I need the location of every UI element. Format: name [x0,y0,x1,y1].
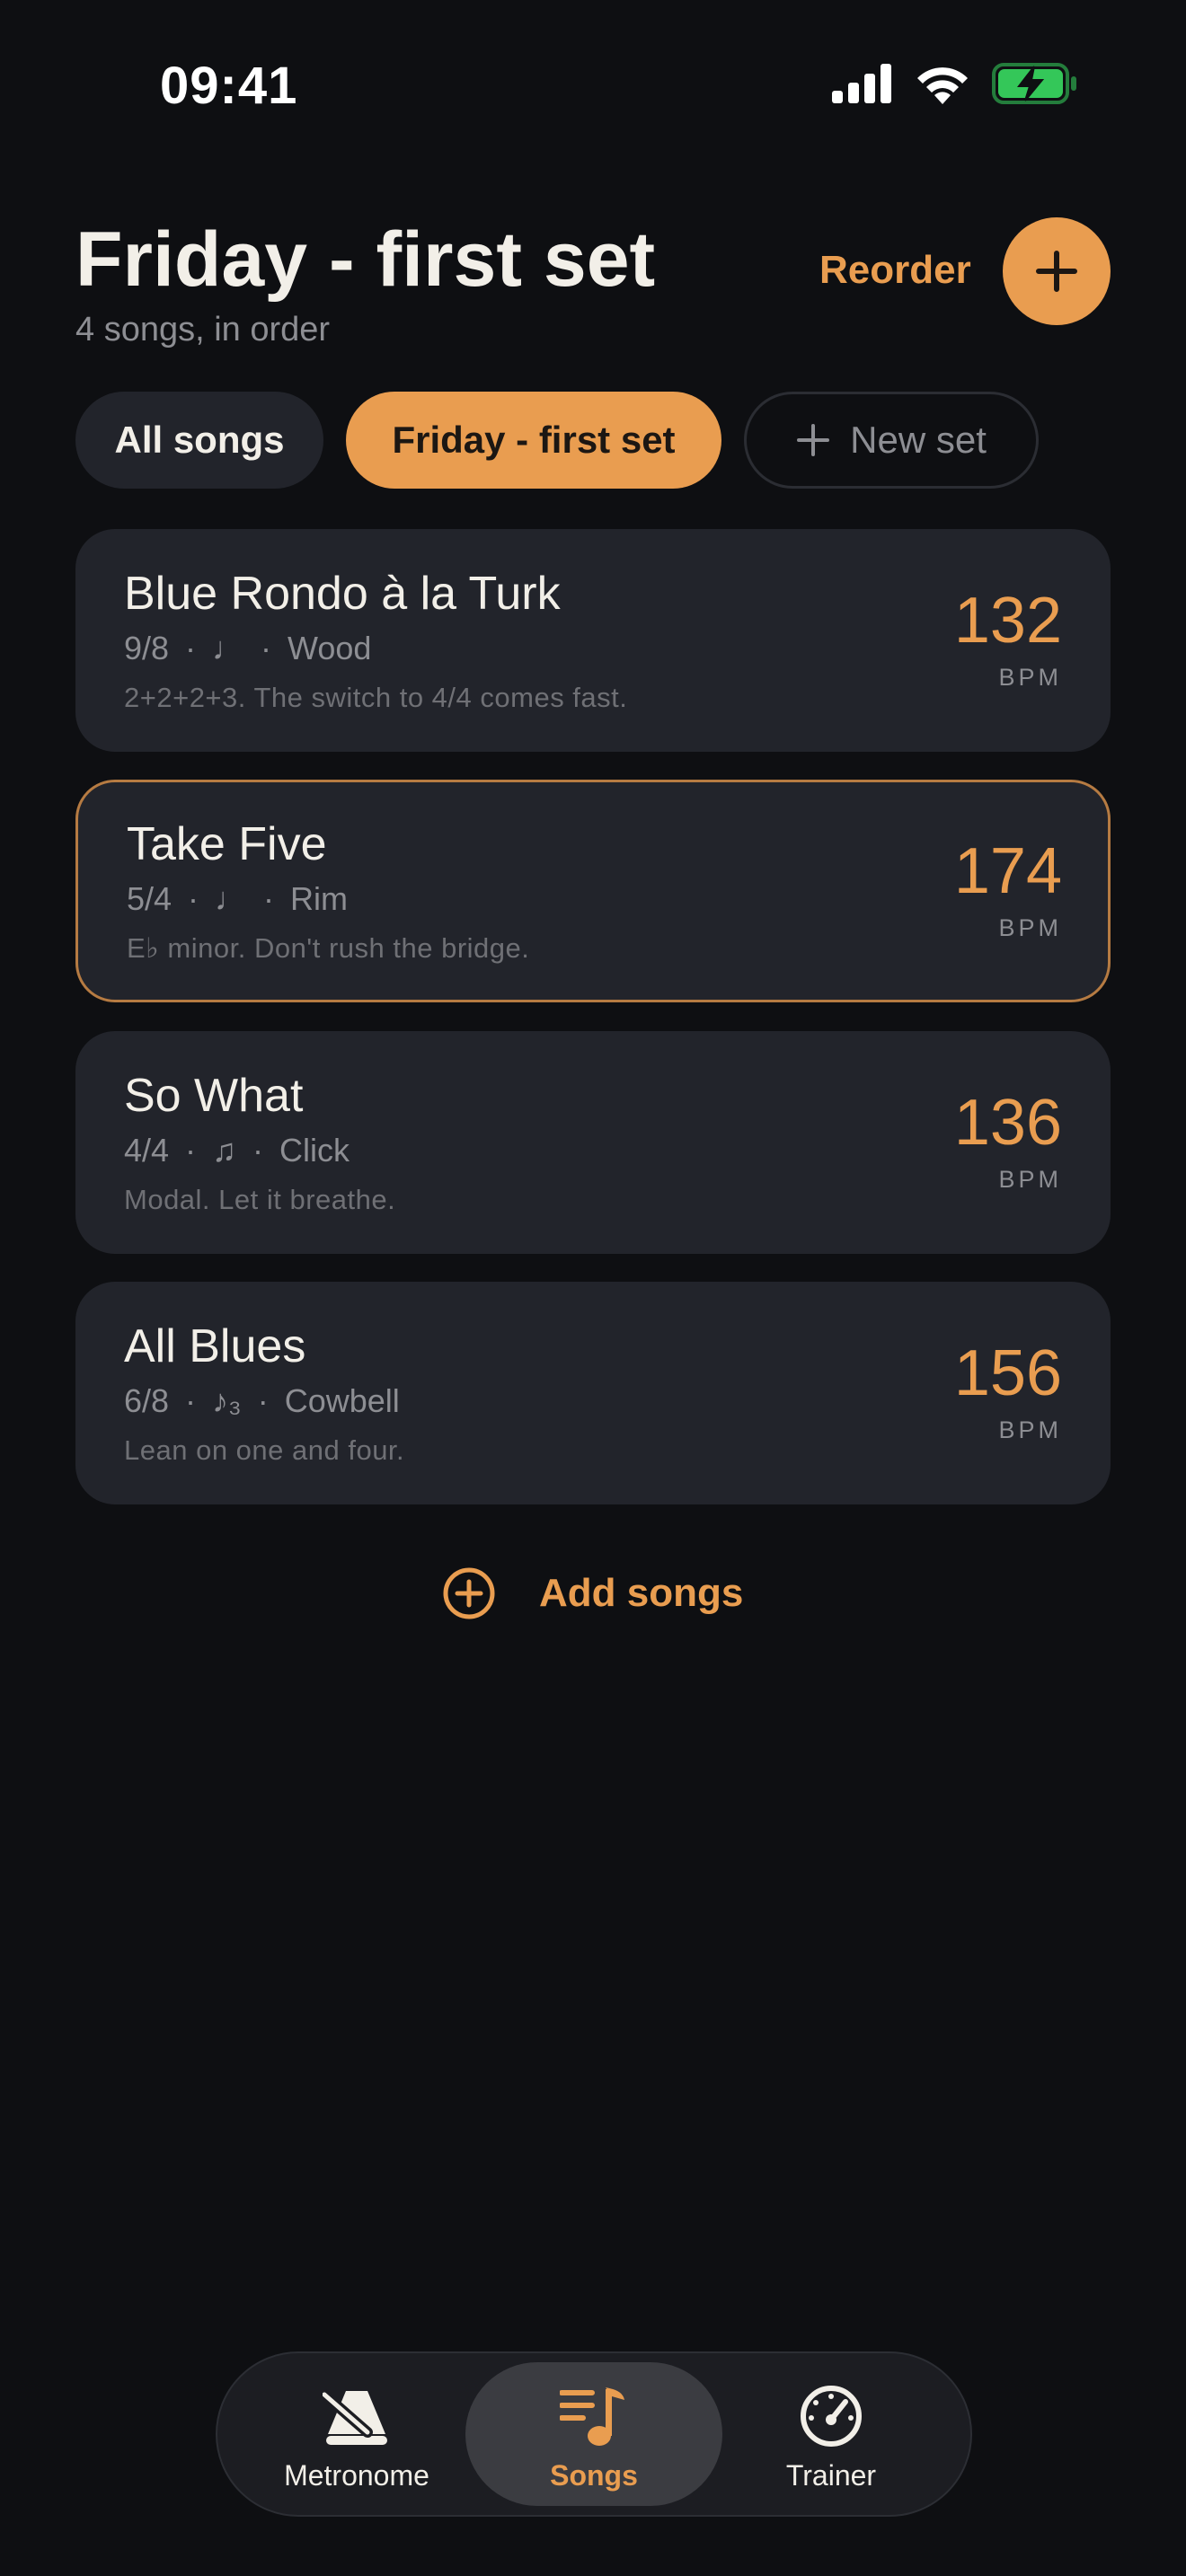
song-subdivision: ♫ [212,1132,237,1169]
battery-charging-icon [992,63,1076,104]
song-subdivision: ♩ [212,630,245,666]
song-note: Lean on one and four. [124,1434,405,1466]
song-note: Modal. Let it breathe. [124,1184,396,1215]
song-meta: 5/4 · ♩ · Rim [127,880,349,917]
bpm-label: BPM [998,664,1062,691]
song-subdivision: ♩ [215,880,248,917]
song-sound: Cowbell [284,1382,400,1419]
song-note: 2+2+2+3. The switch to 4/4 comes fast. [124,682,628,713]
song-bpm: 136 [953,1087,1062,1159]
songs-icon [560,2387,624,2446]
plus-icon [1036,251,1077,292]
song-subdivision: ♪₃ [212,1382,242,1419]
add-songs-button[interactable]: Add songs [442,1566,743,1620]
plus-circle-icon [443,1567,495,1619]
song-meta: 6/8 · ♪₃ · Cowbell [124,1382,400,1419]
bpm-label: BPM [998,1166,1062,1193]
song-meter: 6/8 [124,1382,170,1419]
song-meta: 4/4 · ♫ · Click [124,1132,350,1169]
chip-label: All songs [114,419,285,461]
gauge-icon [801,2386,862,2447]
cellular-signal-icon [832,64,891,103]
song-card-so-what[interactable]: So What 4/4 · ♫ · Click Modal. Let it breath… [75,1031,1111,1254]
tab-label: Metronome [284,2459,429,2492]
song-title: All Blues [124,1320,306,1372]
song-card-blue-rondo[interactable]: Blue Rondo à la Turk 9/8 · ♩ · Wood 2+2+2+3.… [75,529,1111,752]
song-note: E♭ minor. Don't rush the bridge. [127,932,530,964]
page-subtitle: 4 songs, in order [75,311,331,348]
wifi-icon [917,67,968,104]
chip-label: Friday - first set [392,419,676,461]
song-meta: 9/8 · ♩ · Wood [124,630,372,666]
tab-songs[interactable]: Songs [465,2362,722,2506]
song-card-all-blues[interactable]: All Blues 6/8 · ♪₃ · Cowbell Lean on one and… [75,1282,1111,1504]
tab-metronome[interactable]: Metronome [228,2362,485,2506]
add-button[interactable] [1003,217,1111,325]
reorder-button[interactable]: Reorder [819,248,971,293]
chip-new-set[interactable]: New set [744,392,1039,489]
song-title: Blue Rondo à la Turk [124,568,561,620]
status-time: 09:41 [160,57,298,115]
tab-label: Trainer [785,2459,877,2492]
page-title: Friday - first set [75,216,656,303]
plus-icon [797,424,830,456]
bpm-label: BPM [998,1416,1062,1443]
chip-all-songs[interactable]: All songs [75,392,323,489]
song-title: So What [124,1070,304,1122]
song-bpm: 156 [953,1337,1062,1409]
status-icons [832,63,1078,104]
song-sound: Click [279,1132,350,1169]
chip-label: New set [850,419,987,461]
tab-label: Songs [550,2459,638,2492]
song-bpm: 174 [953,835,1062,907]
song-title: Take Five [127,818,327,870]
tab-bar: Metronome Songs Trainer [216,2351,972,2517]
add-songs-label: Add songs [539,1571,744,1615]
chip-friday-first-set[interactable]: Friday - first set [346,392,721,489]
song-card-take-five[interactable]: Take Five 5/4 · ♩ · Rim E♭ minor. Don't rush… [75,780,1111,1002]
song-sound: Rim [290,880,349,917]
song-bpm: 132 [953,585,1062,657]
song-meter: 5/4 [127,880,173,917]
bpm-label: BPM [998,914,1062,941]
tab-trainer[interactable]: Trainer [703,2362,960,2506]
metronome-icon [323,2389,387,2445]
song-meter: 9/8 [124,630,170,666]
song-sound: Wood [288,630,372,666]
song-meter: 4/4 [124,1132,170,1169]
